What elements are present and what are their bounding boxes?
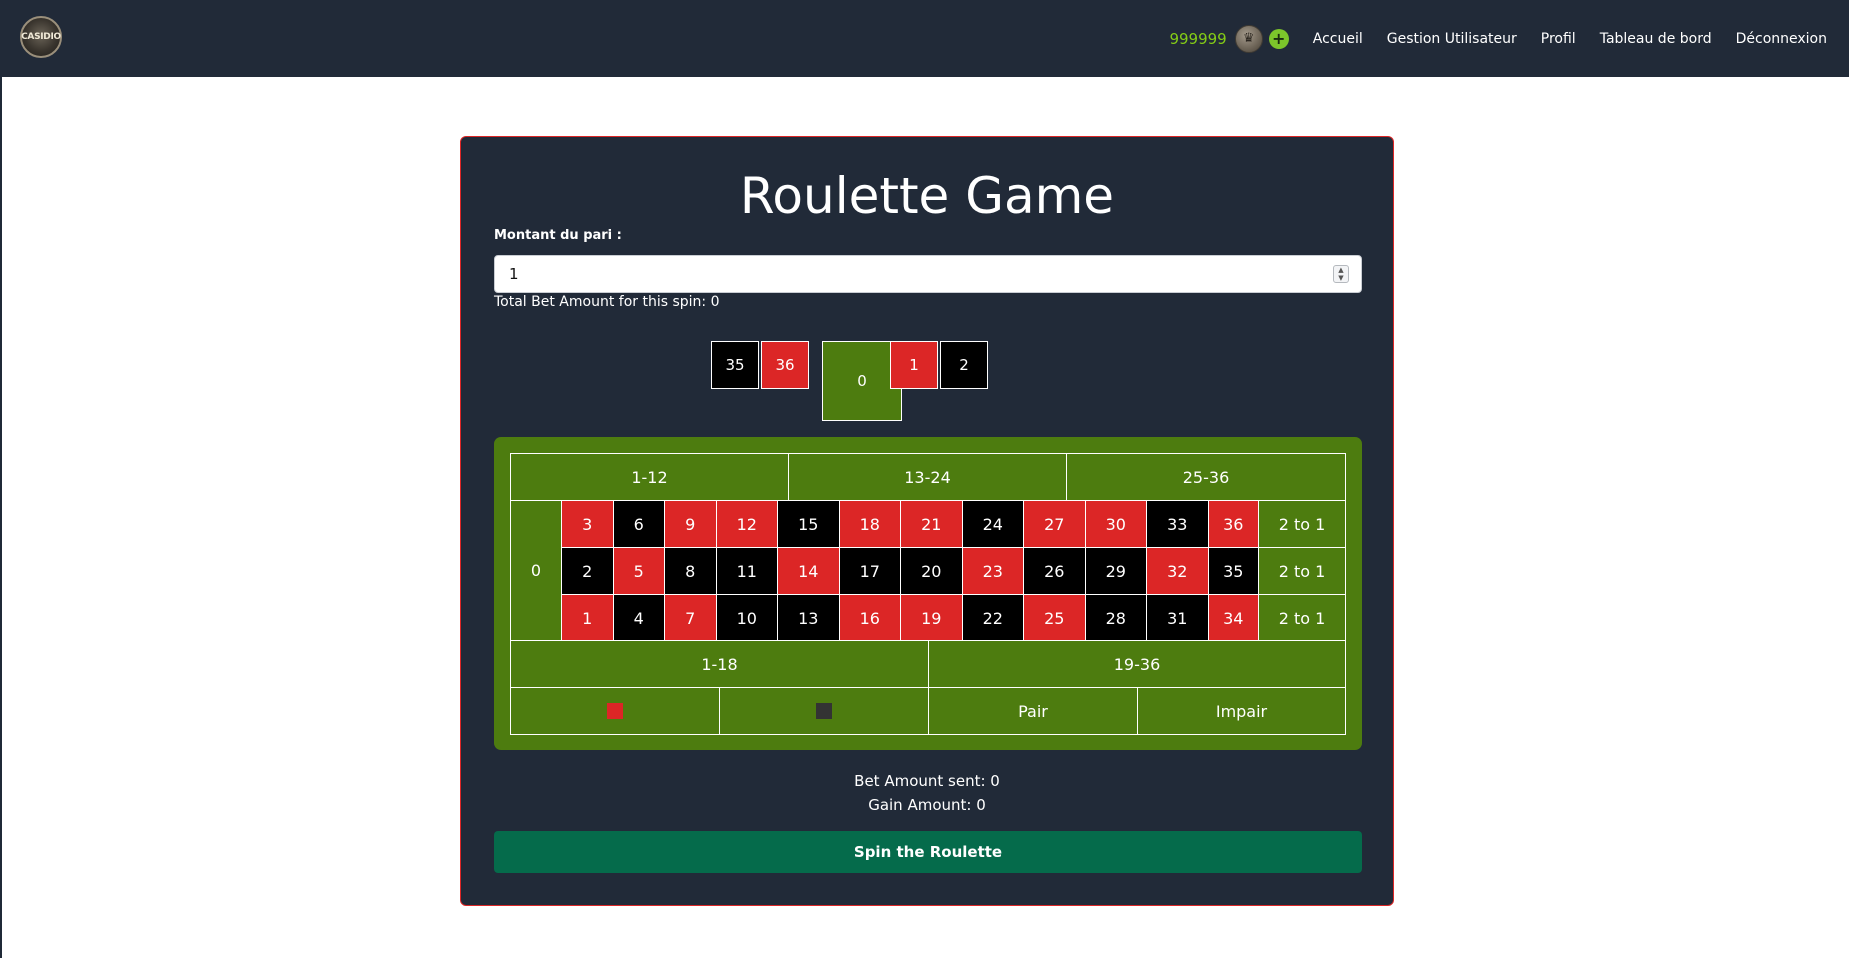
number-14[interactable]: 14 [777,547,840,595]
number-1[interactable]: 1 [561,594,614,642]
nav-right: 999999 ♛ + Accueil Gestion Utilisateur P… [1169,0,1839,77]
number-11[interactable]: 11 [715,547,778,595]
page-title: Roulette Game [739,167,1115,225]
number-30[interactable]: 30 [1084,500,1147,548]
bet-sent-text: Bet Amount sent: 0 [854,772,1000,790]
dozen-bet-25-36[interactable]: 25-36 [1066,453,1346,501]
black-swatch-icon [816,703,832,719]
wheel-strip: 35 36 0 1 2 [461,341,1393,421]
bet-amount-label: Montant du pari : [494,228,622,243]
roulette-card: Roulette Game Montant du pari : ▲▼ Total… [460,136,1394,906]
wheel-pocket-35: 35 [711,341,759,389]
number-29[interactable]: 29 [1084,547,1147,595]
dozen-bet-13-24[interactable]: 13-24 [788,453,1067,501]
wheel-pocket-1: 1 [890,341,938,389]
nav-link-gestion-utilisateur[interactable]: Gestion Utilisateur [1387,31,1517,47]
navbar: CASIDIO 999999 ♛ + Accueil Gestion Utili… [0,0,1849,77]
number-5[interactable]: 5 [612,547,665,595]
bet-red[interactable] [510,687,720,735]
bet-amount-field-wrap: ▲▼ [494,255,1362,293]
balance-amount: 999999 [1169,29,1227,48]
add-funds-button[interactable]: + [1268,28,1289,49]
bet-high-19-36[interactable]: 19-36 [928,640,1346,688]
number-27[interactable]: 27 [1023,500,1086,548]
number-12[interactable]: 12 [715,500,778,548]
number-19[interactable]: 19 [900,594,963,642]
number-18[interactable]: 18 [838,500,901,548]
spin-button[interactable]: Spin the Roulette [494,831,1362,873]
nav-link-profil[interactable]: Profil [1541,31,1576,47]
casidio-logo[interactable]: CASIDIO [20,16,62,58]
number-26[interactable]: 26 [1023,547,1086,595]
number-4[interactable]: 4 [612,594,665,642]
number-33[interactable]: 33 [1146,500,1209,548]
number-6[interactable]: 6 [612,500,665,548]
nav-link-deconnexion[interactable]: Déconnexion [1736,31,1827,47]
number-2[interactable]: 2 [561,547,614,595]
wheel-pocket-36: 36 [761,341,809,389]
number-35[interactable]: 35 [1207,547,1259,595]
number-9[interactable]: 9 [664,500,717,548]
number-28[interactable]: 28 [1084,594,1147,642]
number-21[interactable]: 21 [900,500,963,548]
number-22[interactable]: 22 [961,594,1024,642]
number-15[interactable]: 15 [777,500,840,548]
red-swatch-icon [607,703,623,719]
number-7[interactable]: 7 [664,594,717,642]
wheel-pocket-2: 2 [940,341,988,389]
logo-text: CASIDIO [21,32,61,42]
coin-icon: ♛ [1234,24,1263,53]
roulette-table: 1-12 13-24 25-36 0 3 6 9 12 15 18 21 24 27 30 33 36 2 to… [494,437,1362,750]
number-16[interactable]: 16 [838,594,901,642]
gain-text: Gain Amount: 0 [868,796,986,814]
number-24[interactable]: 24 [961,500,1024,548]
bet-impair[interactable]: Impair [1137,687,1346,735]
number-31[interactable]: 31 [1146,594,1209,642]
number-13[interactable]: 13 [777,594,840,642]
number-stepper[interactable]: ▲ ▼ [1333,265,1349,283]
bet-amount-input[interactable] [495,256,1361,292]
number-36[interactable]: 36 [1207,500,1259,548]
number-25[interactable]: 25 [1023,594,1086,642]
column-bet-1[interactable]: 2 to 1 [1258,500,1346,548]
bet-pair[interactable]: Pair [928,687,1138,735]
nav-link-tableau-de-bord[interactable]: Tableau de bord [1600,31,1712,47]
number-8[interactable]: 8 [664,547,717,595]
dozen-bet-1-12[interactable]: 1-12 [510,453,789,501]
number-20[interactable]: 20 [900,547,963,595]
column-bet-2[interactable]: 2 to 1 [1258,547,1346,595]
nav-link-accueil[interactable]: Accueil [1313,31,1363,47]
bet-black[interactable] [719,687,929,735]
number-23[interactable]: 23 [961,547,1024,595]
results: Bet Amount sent: 0 Gain Amount: 0 [461,769,1393,817]
number-10[interactable]: 10 [715,594,778,642]
number-17[interactable]: 17 [838,547,901,595]
number-34[interactable]: 34 [1207,594,1259,642]
number-0[interactable]: 0 [510,500,562,641]
column-bet-3[interactable]: 2 to 1 [1258,594,1346,642]
number-32[interactable]: 32 [1146,547,1209,595]
total-bet-text: Total Bet Amount for this spin: 0 [494,294,720,310]
bet-low-1-18[interactable]: 1-18 [510,640,929,688]
number-3[interactable]: 3 [561,500,614,548]
